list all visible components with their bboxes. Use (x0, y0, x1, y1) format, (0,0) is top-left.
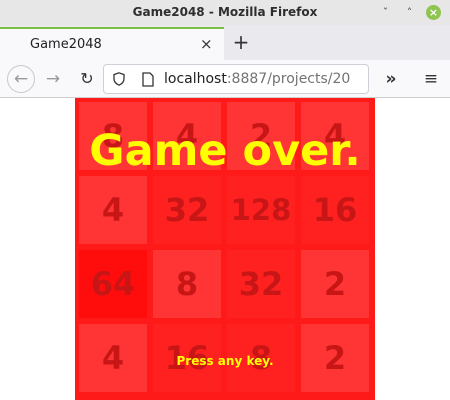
overflow-menu-button[interactable]: » (378, 66, 404, 92)
reload-button[interactable]: ↻ (74, 66, 100, 92)
url-text: localhost:8887/projects/20 (164, 65, 350, 93)
url-path: :8887/projects/20 (226, 71, 351, 87)
shield-icon[interactable] (113, 72, 125, 86)
tile: 32 (227, 250, 295, 318)
maximize-button[interactable]: ˄ (402, 5, 417, 20)
url-host: localhost (164, 71, 227, 87)
back-button[interactable]: ← (7, 65, 35, 93)
minimize-button[interactable]: ˇ (378, 5, 393, 20)
tile: 2 (301, 250, 369, 318)
window-titlebar: Game2048 - Mozilla Firefox ˇ ˄ × (0, 0, 450, 25)
game-board[interactable]: 8 4 2 4 4 32 128 16 64 8 32 2 4 16 8 2 G… (75, 98, 375, 400)
press-any-key-prompt: Press any key. (176, 354, 274, 368)
close-window-button[interactable]: × (426, 5, 441, 20)
tile: 8 (153, 250, 221, 318)
address-bar[interactable]: localhost:8887/projects/20 (103, 64, 369, 94)
tile: 128 (227, 176, 295, 244)
tile: 64 (79, 250, 147, 318)
game-over-message: Game over. (89, 126, 361, 176)
tile: 32 (153, 176, 221, 244)
tab-strip: Game2048 × + (0, 25, 450, 60)
tile: 16 (301, 176, 369, 244)
hamburger-menu-icon[interactable]: ≡ (418, 66, 444, 92)
tab-game2048[interactable]: Game2048 × (0, 27, 224, 60)
tab-close-icon[interactable]: × (200, 29, 213, 60)
page-icon[interactable] (142, 72, 154, 87)
tab-title: Game2048 (30, 37, 102, 52)
tile: 4 (79, 176, 147, 244)
forward-button[interactable]: → (40, 66, 66, 92)
new-tab-button[interactable]: + (230, 29, 252, 55)
navigation-toolbar: ← → ↻ localhost:8887/projects/20 » ≡ (0, 60, 450, 98)
